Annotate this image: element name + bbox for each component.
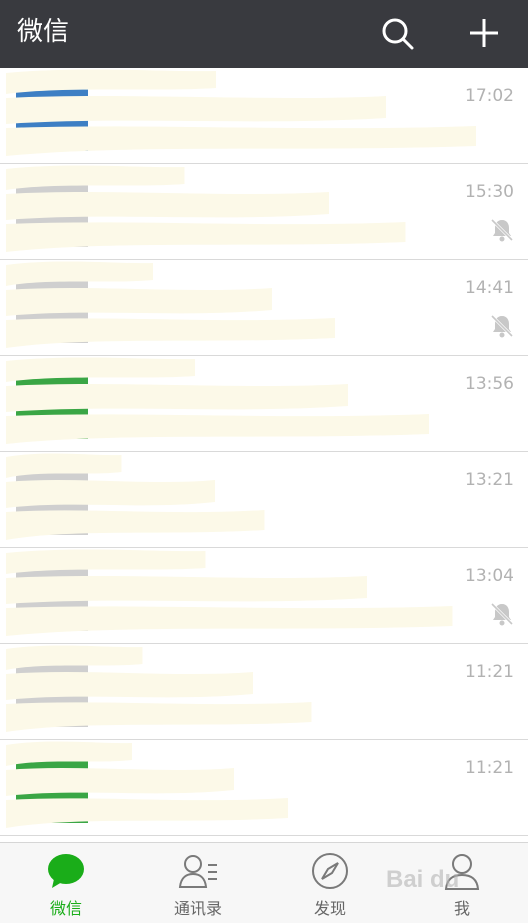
chat-list: 17:02 15:30 14:41 13:56 13:21 13:04 11:21 11:21 bbox=[0, 68, 528, 842]
chat-list-item[interactable]: 11:21 bbox=[0, 740, 528, 836]
redaction-scribble bbox=[6, 69, 476, 156]
tab-label: 我 bbox=[453, 899, 470, 918]
tab-label: 微信 bbox=[49, 899, 82, 918]
chat-list-item[interactable]: 13:21 bbox=[0, 452, 528, 548]
tab-1[interactable]: 通讯录 bbox=[132, 843, 264, 923]
tab-0[interactable]: 微信 bbox=[0, 843, 132, 923]
search-icon[interactable] bbox=[380, 16, 416, 52]
tab-2[interactable]: 发现 bbox=[264, 843, 396, 923]
redaction-scribble bbox=[6, 741, 288, 828]
tab-label: 通讯录 bbox=[173, 899, 222, 918]
chat-time: 13:21 bbox=[465, 470, 514, 490]
mute-bell-icon bbox=[490, 218, 514, 242]
tab-label: 发现 bbox=[313, 899, 346, 918]
watermark: Bai du bbox=[386, 866, 460, 893]
chat-list-item[interactable]: 14:41 bbox=[0, 260, 528, 356]
chat-time: 13:56 bbox=[465, 374, 514, 394]
plus-icon[interactable] bbox=[466, 15, 502, 51]
chat-time: 14:41 bbox=[465, 278, 514, 298]
chat-time: 15:30 bbox=[465, 182, 514, 202]
top-bar: 微信 bbox=[0, 0, 528, 68]
chat-list-item[interactable]: 13:04 bbox=[0, 548, 528, 644]
mute-bell-icon bbox=[490, 602, 514, 626]
redaction-scribble bbox=[6, 165, 406, 252]
chat-list-item[interactable]: 17:02 bbox=[0, 68, 528, 164]
redaction-scribble bbox=[6, 357, 430, 444]
mute-bell-icon bbox=[490, 314, 514, 338]
chat-time: 11:21 bbox=[465, 758, 514, 778]
chat-bubble-icon bbox=[48, 854, 84, 888]
redaction-scribble bbox=[6, 261, 335, 348]
compass-icon bbox=[312, 853, 348, 889]
redaction-scribble bbox=[6, 549, 453, 636]
chat-list-item[interactable]: 11:21 bbox=[0, 644, 528, 740]
chat-time: 13:04 bbox=[465, 566, 514, 586]
app-title: 微信 bbox=[17, 17, 70, 47]
chat-time: 17:02 bbox=[465, 86, 514, 106]
redaction-scribble bbox=[6, 453, 265, 540]
redaction-scribble bbox=[6, 645, 312, 732]
contacts-icon bbox=[178, 855, 217, 888]
chat-list-item[interactable]: 13:56 bbox=[0, 356, 528, 452]
chat-list-item[interactable]: 15:30 bbox=[0, 164, 528, 260]
chat-time: 11:21 bbox=[465, 662, 514, 682]
